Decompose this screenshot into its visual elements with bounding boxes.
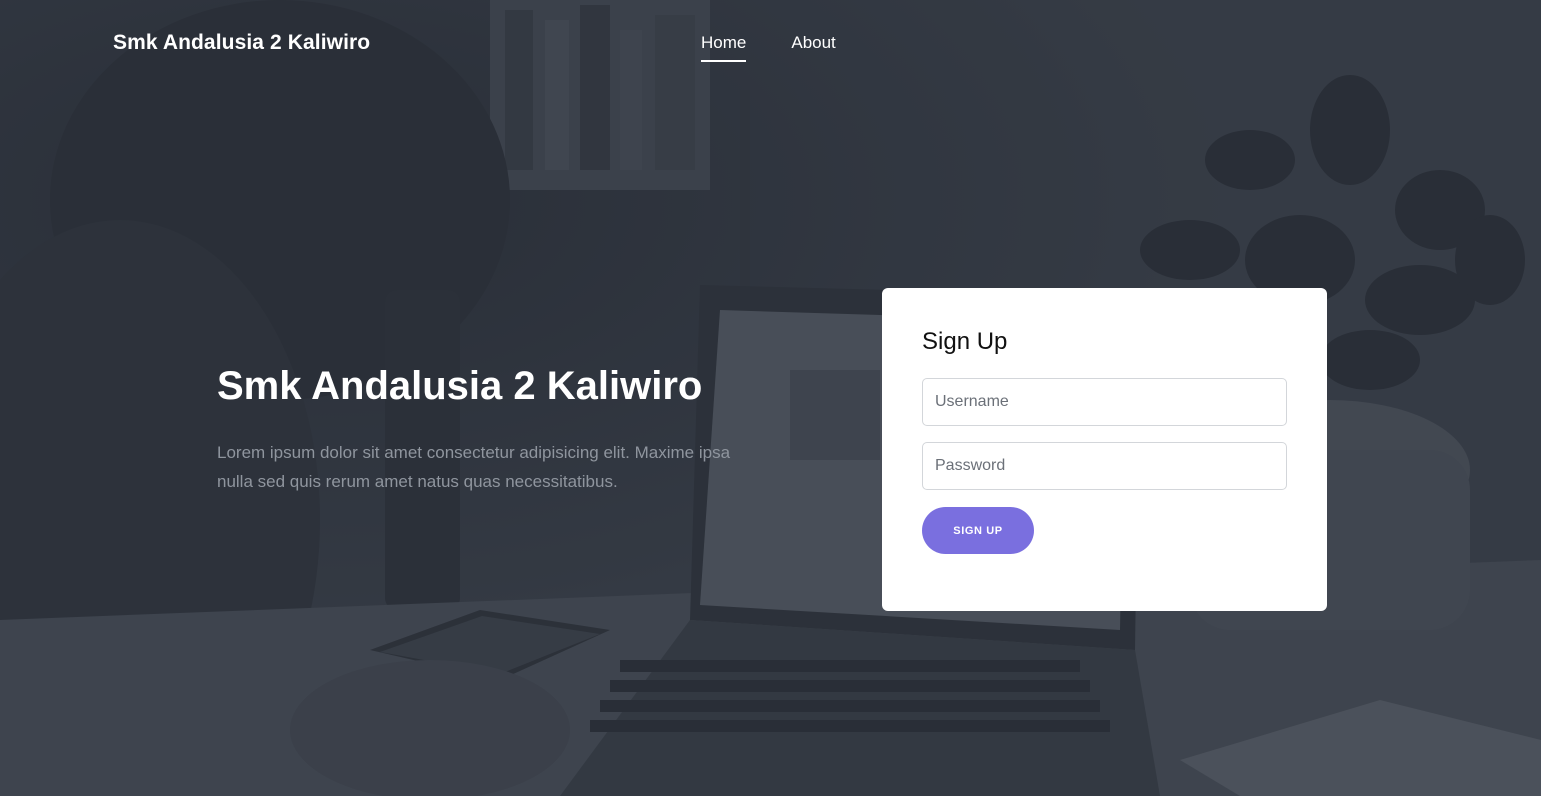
nav-link-home[interactable]: Home (701, 33, 747, 62)
hero-intro: Smk Andalusia 2 Kaliwiro Lorem ipsum dol… (217, 360, 757, 496)
signup-button[interactable]: SIGN UP (922, 507, 1034, 554)
signup-card: Sign Up SIGN UP (882, 288, 1327, 611)
signup-title: Sign Up (922, 328, 1008, 355)
password-input[interactable] (922, 442, 1287, 490)
hero-section: Smk Andalusia 2 Kaliwiro Home About Smk … (0, 0, 1541, 796)
hero-description: Lorem ipsum dolor sit amet consectetur a… (217, 443, 731, 491)
nav-link-about[interactable]: About (791, 33, 835, 62)
hero-title: Smk Andalusia 2 Kaliwiro (217, 364, 703, 408)
nav-links: Home About (701, 33, 836, 62)
username-input[interactable] (922, 378, 1287, 426)
brand-link[interactable]: Smk Andalusia 2 Kaliwiro (113, 31, 370, 55)
navbar: Smk Andalusia 2 Kaliwiro Home About (0, 0, 1541, 90)
